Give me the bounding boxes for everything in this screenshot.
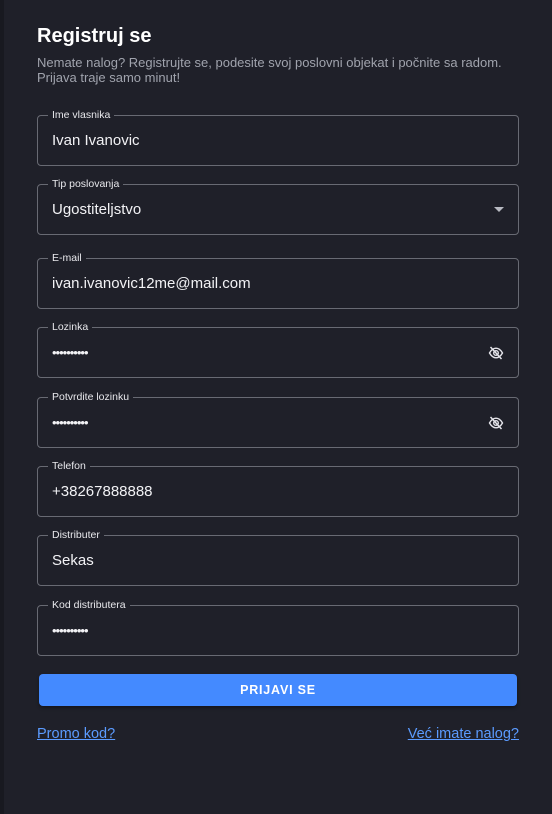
owner-name-input[interactable]: Ivan Ivanovic [52,116,140,165]
subtitle-line-1: Nemate nalog? Registrujte se, podesite s… [37,55,502,70]
submit-button[interactable]: PRIJAVI SE [39,674,517,706]
owner-name-field[interactable]: Ime vlasnika Ivan Ivanovic [37,109,519,166]
subtitle-line-2: Prijava traje samo minut! [37,70,181,85]
phone-input[interactable]: +38267888888 [52,467,153,516]
password-input[interactable]: •••••••••• [52,328,89,377]
distributor-code-input[interactable]: •••••••••• [52,606,89,655]
page-subtitle: Nemate nalog? Registrujte se, podesite s… [37,55,519,85]
login-link[interactable]: Već imate nalog? [408,725,519,743]
eye-off-icon[interactable] [488,416,504,430]
left-edge [0,0,4,814]
distributor-input[interactable]: Sekas [52,536,94,585]
promo-code-link[interactable]: Promo kod? [37,725,115,743]
confirm-password-field[interactable]: Potvrdite lozinku •••••••••• [37,391,519,448]
business-type-value[interactable]: Ugostiteljstvo [52,185,141,234]
page-title: Registruj se [37,25,152,47]
registration-form: Registruj se Nemate nalog? Registrujte s… [37,22,519,742]
business-type-select[interactable]: Tip poslovanja Ugostiteljstvo [37,178,519,235]
phone-field[interactable]: Telefon +38267888888 [37,460,519,517]
distributor-code-field[interactable]: Kod distributera •••••••••• [37,599,519,656]
distributor-field[interactable]: Distributer Sekas [37,529,519,586]
email-input[interactable]: ivan.ivanovic12me@mail.com [52,259,251,308]
confirm-password-input[interactable]: •••••••••• [52,398,89,447]
password-field[interactable]: Lozinka •••••••••• [37,321,519,378]
caret-down-icon[interactable] [494,207,504,212]
email-field[interactable]: E-mail ivan.ivanovic12me@mail.com [37,252,519,309]
eye-off-icon[interactable] [488,346,504,360]
